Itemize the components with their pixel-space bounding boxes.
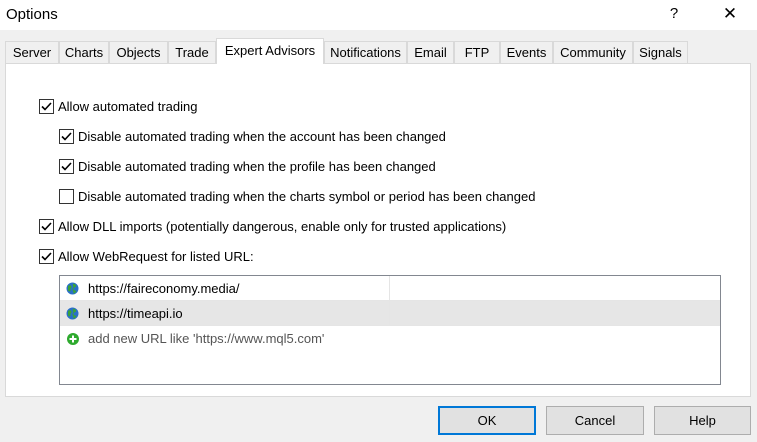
ok-button[interactable]: OK (438, 406, 536, 435)
disable-on-account-change-checkbox[interactable] (59, 128, 74, 144)
tab-signals[interactable]: Signals (633, 41, 688, 63)
add-url-row[interactable]: add new URL like 'https://www.mql5.com' (60, 327, 720, 351)
close-icon[interactable]: ✕ (713, 4, 747, 24)
url-cell: https://faireconomy.media/ (60, 276, 390, 300)
url-list-item[interactable]: https://faireconomy.media/ (60, 276, 720, 301)
globe-icon (66, 307, 79, 320)
allow-webrequest-label: Allow WebRequest for listed URL: (58, 248, 254, 264)
allow-webrequest-option[interactable]: Allow WebRequest for listed URL: (39, 247, 254, 265)
disable-on-symbol-change-checkbox[interactable] (59, 188, 74, 204)
url-text: https://timeapi.io (88, 306, 183, 321)
tab-charts[interactable]: Charts (59, 41, 109, 63)
allow-automated-trading-checkbox[interactable] (39, 98, 54, 114)
checkmark-icon (41, 251, 52, 261)
tab-email[interactable]: Email (407, 41, 454, 63)
expert-advisors-panel: Allow automated trading Disable automate… (5, 63, 751, 397)
help-icon[interactable]: ? (666, 5, 682, 22)
disable-on-account-change-option[interactable]: Disable automated trading when the accou… (59, 127, 446, 145)
tab-community[interactable]: Community (553, 41, 633, 63)
tab-ftp[interactable]: FTP (454, 41, 500, 63)
tab-server[interactable]: Server (5, 41, 59, 63)
allow-webrequest-checkbox[interactable] (39, 248, 54, 264)
title-bar: Options ? ✕ (0, 0, 757, 30)
allow-automated-trading-label: Allow automated trading (58, 98, 198, 114)
allow-dll-imports-label: Allow DLL imports (potentially dangerous… (58, 218, 507, 234)
disable-on-profile-change-checkbox[interactable] (59, 158, 74, 174)
url-list[interactable]: https://faireconomy.media/ https://timea… (59, 275, 721, 385)
url-list-item[interactable]: https://timeapi.io (60, 301, 720, 326)
disable-on-symbol-change-option[interactable]: Disable automated trading when the chart… (59, 187, 535, 205)
add-url-prompt: add new URL like 'https://www.mql5.com' (88, 331, 325, 346)
window-title: Options (6, 6, 58, 23)
plus-circle-icon (67, 333, 79, 345)
allow-automated-trading-option[interactable]: Allow automated trading (39, 97, 197, 115)
allow-dll-imports-option[interactable]: Allow DLL imports (potentially dangerous… (39, 217, 506, 235)
help-button[interactable]: Help (654, 406, 751, 435)
cancel-button[interactable]: Cancel (546, 406, 644, 435)
checkmark-icon (61, 131, 72, 141)
disable-on-symbol-change-label: Disable automated trading when the chart… (78, 188, 536, 204)
allow-dll-imports-checkbox[interactable] (39, 218, 54, 234)
checkmark-icon (41, 221, 52, 231)
disable-on-account-change-label: Disable automated trading when the accou… (78, 128, 446, 144)
tab-events[interactable]: Events (500, 41, 553, 63)
tab-notifications[interactable]: Notifications (324, 41, 407, 63)
url-text: https://faireconomy.media/ (88, 281, 240, 296)
tab-expert-advisors[interactable]: Expert Advisors (216, 38, 324, 64)
tab-trade[interactable]: Trade (168, 41, 216, 63)
checkmark-icon (61, 161, 72, 171)
tab-objects[interactable]: Objects (109, 41, 168, 63)
url-cell: https://timeapi.io (60, 301, 390, 325)
disable-on-profile-change-label: Disable automated trading when the profi… (78, 158, 436, 174)
checkmark-icon (41, 101, 52, 111)
disable-on-profile-change-option[interactable]: Disable automated trading when the profi… (59, 157, 436, 175)
globe-icon (66, 282, 79, 295)
